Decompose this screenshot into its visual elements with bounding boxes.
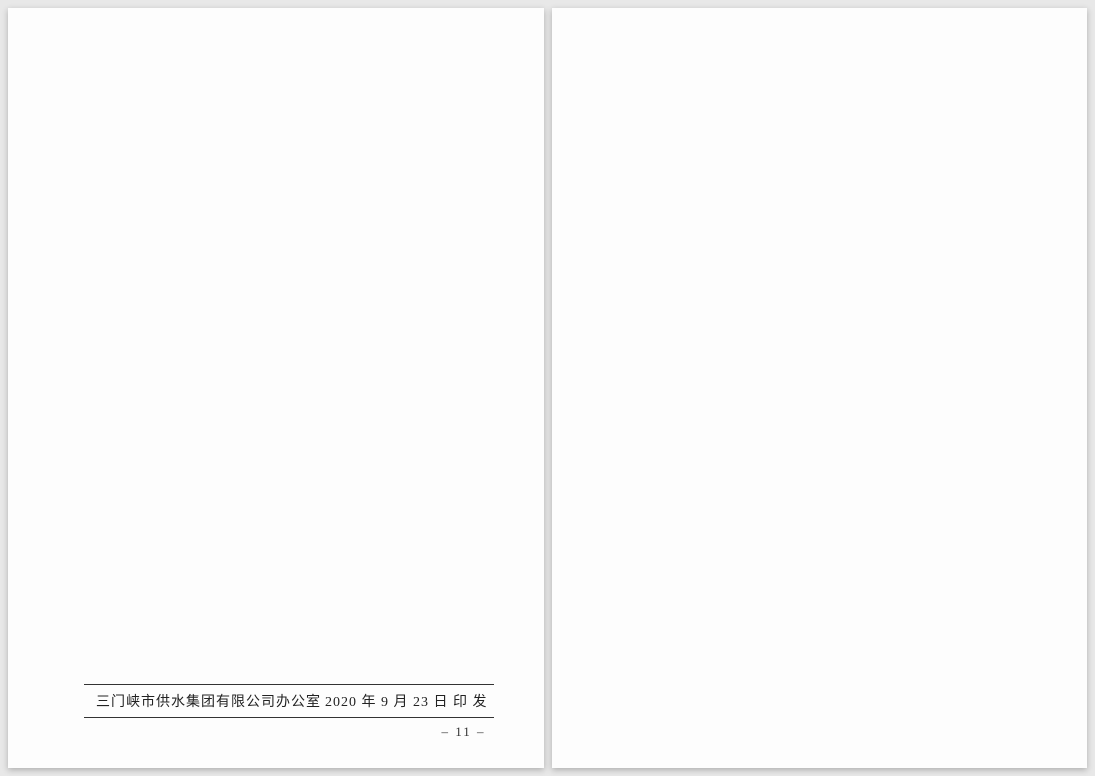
footer-line: 三门峡市供水集团有限公司办公室 2020 年 9 月 23 日 印 发 (84, 687, 494, 715)
right-page (552, 8, 1088, 768)
footer-block: 三门峡市供水集团有限公司办公室 2020 年 9 月 23 日 印 发 (84, 684, 494, 718)
footer-top-rule (84, 684, 494, 685)
footer-issuer: 三门峡市供水集团有限公司办公室 (96, 691, 321, 711)
page-spread: 三门峡市供水集团有限公司办公室 2020 年 9 月 23 日 印 发 – 11… (0, 0, 1095, 776)
left-page-content: 三门峡市供水集团有限公司办公室 2020 年 9 月 23 日 印 发 – 11… (8, 8, 544, 768)
left-page: 三门峡市供水集团有限公司办公室 2020 年 9 月 23 日 印 发 – 11… (8, 8, 544, 768)
page-number: – 11 – (441, 724, 485, 740)
footer-bottom-rule (84, 717, 494, 718)
footer-date: 2020 年 9 月 23 日 印 发 (325, 691, 488, 711)
